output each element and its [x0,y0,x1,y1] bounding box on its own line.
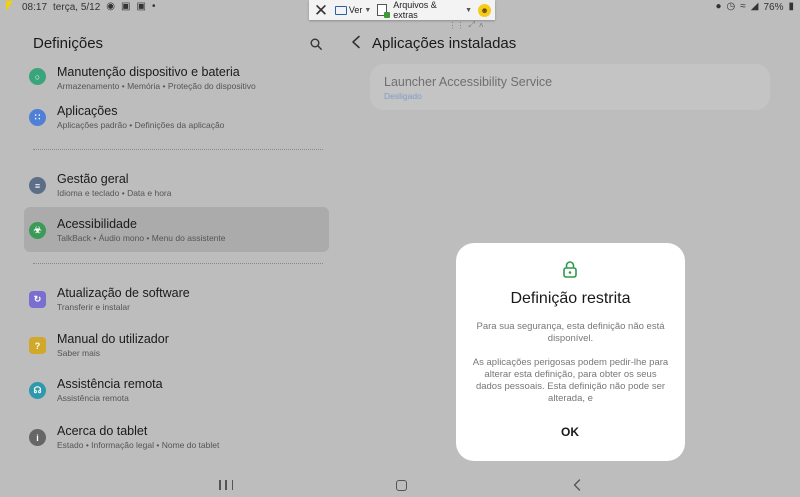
app-list-item[interactable]: Launcher Accessibility Service Desligado [370,64,770,110]
restricted-setting-dialog: Definição restrita Para sua segurança, e… [456,243,685,461]
headset-icon: ☊ [29,382,46,399]
settings-item-title: Aplicações [57,104,118,118]
recents-icon[interactable] [219,480,233,490]
search-icon[interactable] [310,38,322,50]
settings-item-title: Manual do utilizador [57,332,169,346]
settings-item-title: Assistência remota [57,377,163,391]
settings-item-user-manual[interactable]: ? Manual do utilizador Saber mais [24,325,329,369]
accessibility-icon: ☣ [29,222,46,239]
device-care-icon: ○ [29,68,46,85]
manual-icon: ? [29,337,46,354]
page-title: Definições [33,35,104,52]
settings-item-title: Acessibilidade [57,217,137,231]
home-icon[interactable] [396,480,407,491]
navigation-bar [0,470,800,497]
app-name: Launcher Accessibility Service [384,75,553,89]
page-title: Aplicações instaladas [372,35,517,52]
info-icon: i [29,429,46,446]
settings-item-subtitle: Assistência remota [57,393,129,403]
app-status: Desligado [384,91,422,101]
settings-item-subtitle: Aplicações padrão • Definições da aplica… [57,120,225,130]
settings-item-apps[interactable]: ∷ Aplicações Aplicações padrão • Definiç… [24,97,329,141]
settings-item-software-update[interactable]: ↻ Atualização de software Transferir e i… [24,279,329,323]
settings-item-title: Gestão geral [57,172,129,186]
settings-item-subtitle: Estado • Informação legal • Nome do tabl… [57,440,220,450]
settings-item-title: Manutenção dispositivo e bateria [57,65,240,79]
settings-item-subtitle: Saber mais [57,348,100,358]
dialog-title: Definição restrita [510,290,631,307]
sliders-icon: ≡ [29,177,46,194]
ok-button[interactable]: OK [540,425,600,439]
settings-item-title: Atualização de software [57,286,190,300]
settings-item-remote-assistance[interactable]: ☊ Assistência remota Assistência remota [24,370,329,414]
settings-item-title: Acerca do tablet [57,424,148,438]
back-arrow-icon[interactable] [351,35,361,49]
dialog-paragraph: Para sua segurança, esta definição não e… [476,321,665,344]
settings-panel: Definições ○ Manutenção dispositivo e ba… [0,0,340,470]
settings-item-subtitle: Transferir e instalar [57,302,130,312]
dialog-paragraph: As aplicações perigosas podem pedir-lhe … [472,357,669,404]
settings-item-general-management[interactable]: ≡ Gestão geral Idioma e teclado • Data e… [24,165,329,209]
apps-icon: ∷ [29,109,46,126]
divider [33,149,323,150]
settings-item-device-care[interactable]: ○ Manutenção dispositivo e bateria Armaz… [24,58,329,92]
settings-item-subtitle: TalkBack • Áudio mono • Menu do assisten… [57,233,226,243]
settings-item-subtitle: Armazenamento • Memória • Proteção do di… [57,81,256,91]
back-icon[interactable] [573,479,581,491]
software-update-icon: ↻ [29,291,46,308]
settings-item-accessibility[interactable]: ☣ Acessibilidade TalkBack • Áudio mono •… [24,207,329,252]
lock-icon [563,261,577,278]
divider [33,263,323,264]
settings-item-subtitle: Idioma e teclado • Data e hora [57,188,172,198]
dialog-body: Para sua segurança, esta definição não e… [472,321,669,405]
settings-item-about-tablet[interactable]: i Acerca do tablet Estado • Informação l… [24,417,329,461]
